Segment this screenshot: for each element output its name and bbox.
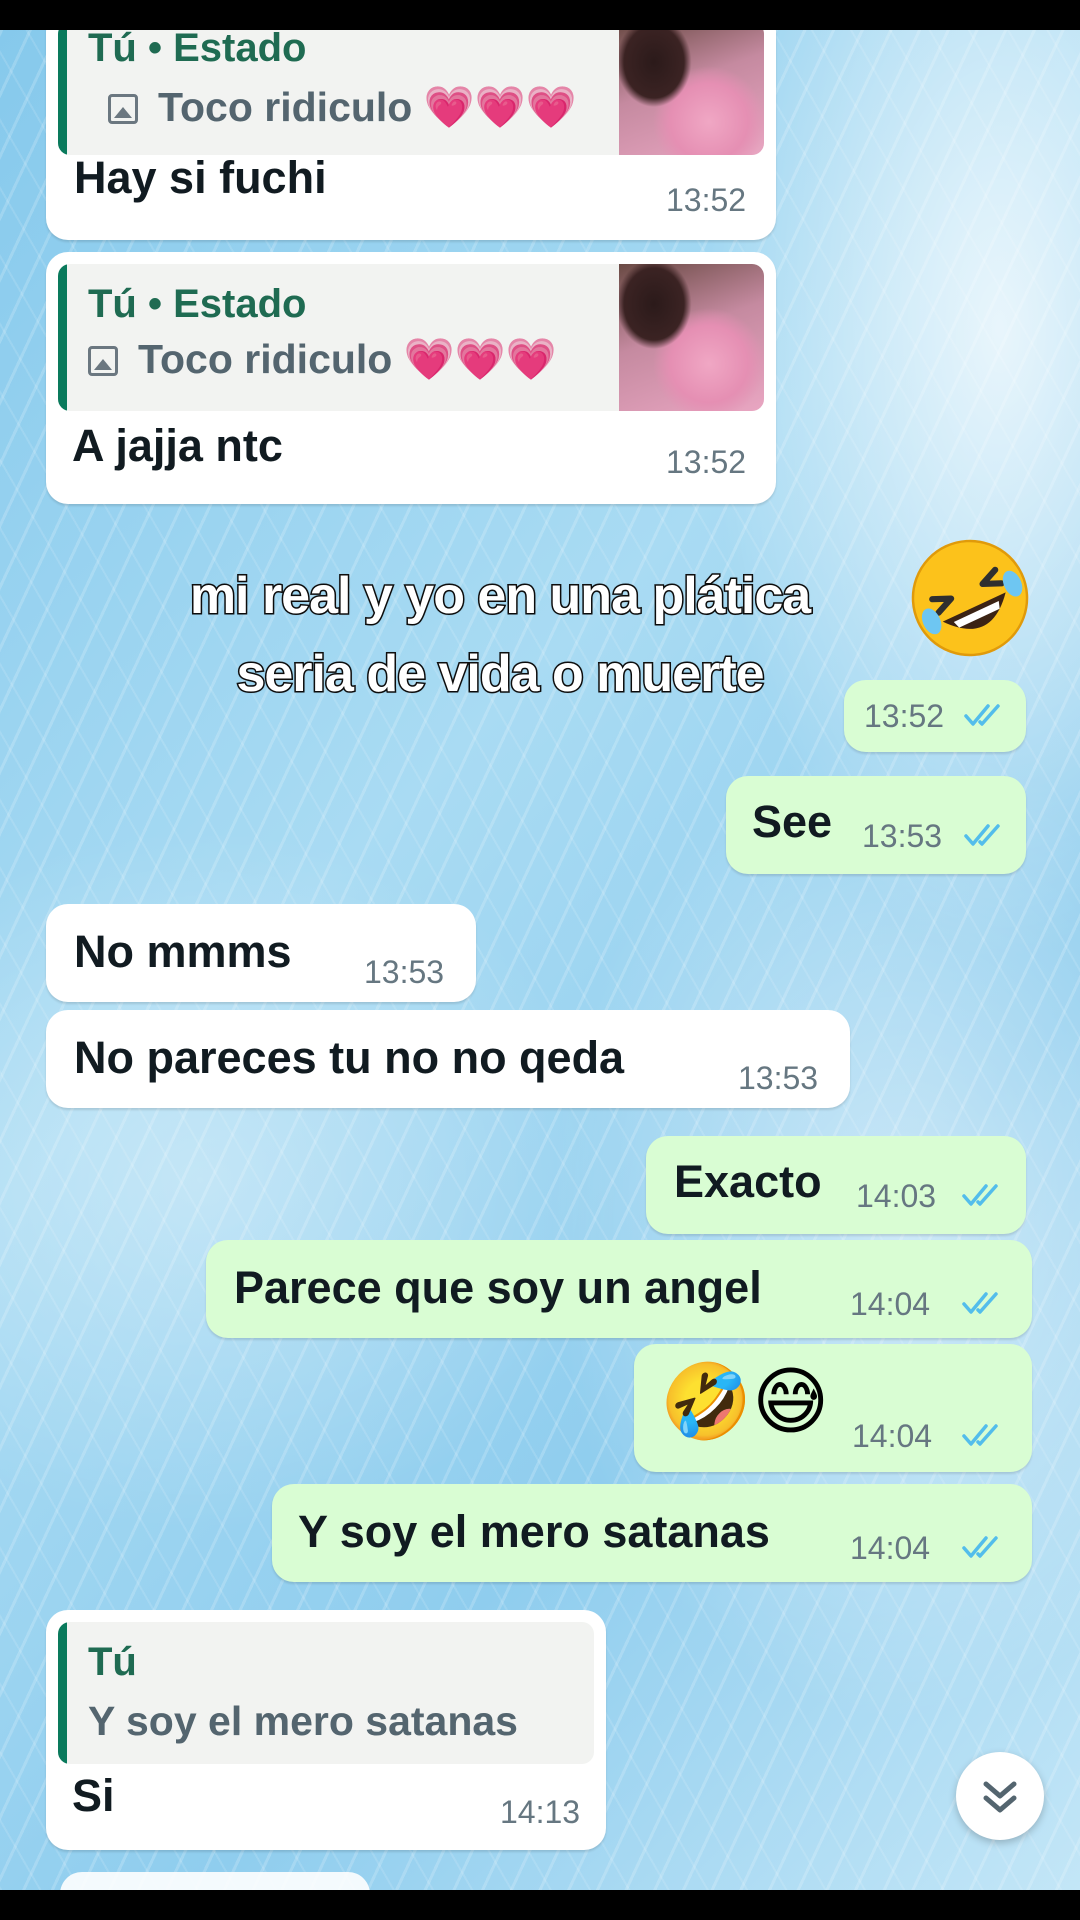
status-thumbnail: [619, 30, 764, 155]
message-time: 13:52: [666, 182, 747, 218]
message-bubble-outgoing[interactable]: Y soy el mero satanas 14:04: [272, 1484, 1032, 1582]
message-text: No pareces tu no no qeda: [74, 1032, 625, 1083]
message-time: 14:04: [850, 1286, 931, 1322]
double-check-icon: [962, 1424, 998, 1446]
message-bubble-incoming[interactable]: Tú • Estado Toco ridiculo 💗💗💗 A jajja nt…: [46, 252, 776, 504]
message-text: Exacto: [674, 1156, 822, 1207]
quote-author: Tú • Estado: [88, 282, 307, 326]
message-bubble-outgoing[interactable]: Exacto 14:03: [646, 1136, 1026, 1234]
message-bubble-outgoing[interactable]: 13:52: [844, 680, 1026, 752]
message-time: 13:53: [738, 1060, 819, 1096]
message-time: 14:13: [500, 1794, 581, 1830]
overlay-caption-line1: mi real y yo en una plática: [188, 566, 812, 627]
image-icon: [88, 346, 118, 376]
quote-text: Y soy el mero satanas: [88, 1698, 518, 1744]
double-check-icon: [962, 1184, 998, 1206]
message-time: 13:52: [864, 698, 945, 734]
image-icon: [108, 94, 138, 124]
quoted-message[interactable]: Tú Y soy el mero satanas: [58, 1622, 594, 1764]
quoted-status[interactable]: Tú • Estado Toco ridiculo 💗💗💗: [58, 264, 764, 411]
scroll-to-bottom-button[interactable]: [956, 1752, 1044, 1840]
message-bubble-incoming[interactable]: Tú Y soy el mero satanas Si 14:13: [46, 1610, 606, 1850]
message-bubble-incoming[interactable]: Tú • Estado Toco ridiculo 💗💗💗 Hay si fuc…: [46, 30, 776, 240]
message-time: 14:04: [850, 1530, 931, 1566]
double-check-icon: [964, 704, 1000, 726]
message-bubble-outgoing[interactable]: 🤣😅 14:04: [634, 1344, 1032, 1472]
message-bubble-outgoing[interactable]: See 13:53: [726, 776, 1026, 874]
quote-author: Tú: [88, 1640, 137, 1684]
message-text: Y soy el mero satanas: [298, 1506, 770, 1557]
double-chevron-down-icon: [983, 1781, 1017, 1813]
quote-author: Tú • Estado: [88, 30, 307, 70]
quoted-status[interactable]: Tú • Estado Toco ridiculo 💗💗💗: [58, 30, 764, 155]
message-text: Hay si fuchi: [74, 152, 327, 203]
quote-text: Toco ridiculo 💗💗💗: [158, 84, 577, 130]
message-text: Parece que soy un angel: [234, 1262, 762, 1313]
double-check-icon: [964, 824, 1000, 846]
quote-bar: [58, 30, 67, 155]
message-text: See: [752, 796, 833, 847]
message-time: 13:52: [666, 444, 747, 480]
message-text: Si: [72, 1770, 115, 1821]
message-text: No mmms: [74, 926, 292, 977]
rolling-laughing-emoji-icon: [908, 536, 1032, 665]
quote-bar: [58, 264, 67, 411]
message-time: 13:53: [862, 818, 943, 854]
message-bubble-outgoing[interactable]: Parece que soy un angel 14:04: [206, 1240, 1032, 1338]
message-bubble-incoming[interactable]: No mmms 13:53: [46, 904, 476, 1002]
double-check-icon: [962, 1292, 998, 1314]
quote-text: Toco ridiculo 💗💗💗: [138, 336, 557, 382]
message-bubble-incoming-partial[interactable]: [60, 1872, 370, 1890]
message-time: 13:53: [364, 954, 445, 990]
quote-bar: [58, 1622, 67, 1764]
message-text: A jajja ntc: [72, 420, 283, 471]
status-thumbnail: [619, 264, 764, 411]
message-emoji-text: 🤣😅: [660, 1359, 830, 1445]
double-check-icon: [962, 1536, 998, 1558]
chat-screen: Tú • Estado Toco ridiculo 💗💗💗 Hay si fuc…: [0, 30, 1080, 1890]
message-time: 14:03: [856, 1178, 937, 1214]
message-bubble-incoming[interactable]: No pareces tu no no qeda 13:53: [46, 1010, 850, 1108]
message-time: 14:04: [852, 1418, 933, 1454]
